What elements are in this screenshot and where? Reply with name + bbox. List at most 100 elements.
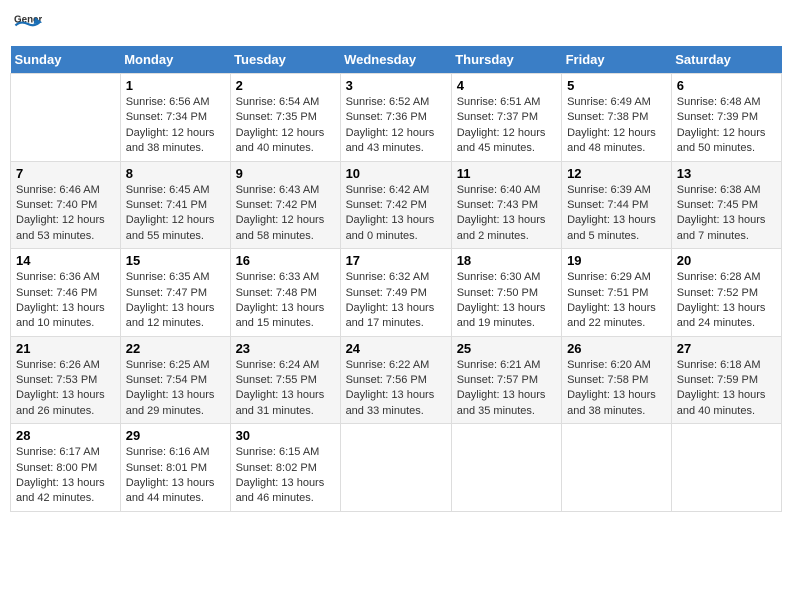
day-info: Daylight: 13 hours and 24 minutes.: [677, 301, 776, 332]
day-info: Daylight: 13 hours and 17 minutes.: [346, 301, 446, 332]
day-info: Sunrise: 6:26 AM: [16, 358, 115, 373]
calendar-cell: 17Sunrise: 6:32 AMSunset: 7:49 PMDayligh…: [340, 249, 451, 337]
day-number: 24: [346, 341, 446, 356]
day-number: 15: [126, 253, 225, 268]
calendar-cell: 29 Sunrise: 6:16 AMSunset: 8:01 PMDayligh…: [120, 424, 230, 512]
day-info: Sunset: 7:54 PM: [126, 373, 225, 388]
day-number: 12: [567, 166, 666, 181]
day-info: Sunset: 7:51 PM: [567, 286, 666, 301]
day-number: 10: [346, 166, 446, 181]
day-info: Daylight: 12 hours and 55 minutes.: [126, 213, 225, 244]
day-info: Sunset: 7:50 PM: [457, 286, 556, 301]
day-number: 3: [346, 78, 446, 93]
day-number: 30: [236, 428, 335, 443]
calendar-cell: [451, 424, 561, 512]
day-info: Sunrise: 6:46 AM: [16, 183, 115, 198]
calendar-cell: 3Sunrise: 6:52 AMSunset: 7:36 PMDaylight…: [340, 74, 451, 162]
day-info: Sunset: 8:00 PM: [16, 461, 115, 476]
calendar-cell: 5Sunrise: 6:49 AMSunset: 7:38 PMDaylight…: [562, 74, 672, 162]
day-info: Daylight: 13 hours and 35 minutes.: [457, 388, 556, 419]
day-info: Sunset: 7:53 PM: [16, 373, 115, 388]
day-number: 25: [457, 341, 556, 356]
day-info: Sunrise: 6:16 AM: [126, 445, 225, 460]
day-info: Sunset: 7:41 PM: [126, 198, 225, 213]
day-info: Sunset: 7:56 PM: [346, 373, 446, 388]
day-number: 11: [457, 166, 556, 181]
day-info: Sunset: 8:02 PM: [236, 461, 335, 476]
day-info: Sunset: 7:42 PM: [346, 198, 446, 213]
day-info: Sunrise: 6:38 AM: [677, 183, 776, 198]
day-info: Daylight: 12 hours and 38 minutes.: [126, 126, 225, 157]
day-info: Sunrise: 6:25 AM: [126, 358, 225, 373]
day-info: Sunset: 7:39 PM: [677, 110, 776, 125]
calendar-cell: 22 Sunrise: 6:25 AMSunset: 7:54 PMDayligh…: [120, 336, 230, 424]
day-info: Sunrise: 6:36 AM: [16, 270, 115, 285]
day-info: Sunset: 8:01 PM: [126, 461, 225, 476]
calendar-cell: 9Sunrise: 6:43 AMSunset: 7:42 PMDaylight…: [230, 161, 340, 249]
calendar-cell: 13Sunrise: 6:38 AMSunset: 7:45 PMDayligh…: [671, 161, 781, 249]
day-number: 14: [16, 253, 115, 268]
calendar-table: SundayMondayTuesdayWednesdayThursdayFrid…: [10, 46, 782, 512]
calendar-body: 1Sunrise: 6:56 AMSunset: 7:34 PMDaylight…: [11, 74, 782, 512]
day-info: Sunset: 7:48 PM: [236, 286, 335, 301]
day-info: Sunrise: 6:48 AM: [677, 95, 776, 110]
day-header: Wednesday: [340, 46, 451, 74]
calendar-cell: 8Sunrise: 6:45 AMSunset: 7:41 PMDaylight…: [120, 161, 230, 249]
day-info: Sunrise: 6:20 AM: [567, 358, 666, 373]
day-number: 1: [126, 78, 225, 93]
day-number: 7: [16, 166, 115, 181]
day-info: Daylight: 13 hours and 29 minutes.: [126, 388, 225, 419]
day-header: Monday: [120, 46, 230, 74]
day-info: Sunset: 7:38 PM: [567, 110, 666, 125]
calendar-week-row: 28Sunrise: 6:17 AMSunset: 8:00 PMDayligh…: [11, 424, 782, 512]
logo-icon: General: [14, 10, 42, 38]
day-info: Sunrise: 6:49 AM: [567, 95, 666, 110]
day-info: Daylight: 13 hours and 31 minutes.: [236, 388, 335, 419]
day-info: Daylight: 13 hours and 22 minutes.: [567, 301, 666, 332]
day-info: Daylight: 13 hours and 46 minutes.: [236, 476, 335, 507]
day-info: Daylight: 12 hours and 48 minutes.: [567, 126, 666, 157]
day-info: Sunrise: 6:40 AM: [457, 183, 556, 198]
calendar-cell: 11Sunrise: 6:40 AMSunset: 7:43 PMDayligh…: [451, 161, 561, 249]
day-info: Sunrise: 6:54 AM: [236, 95, 335, 110]
calendar-cell: 30Sunrise: 6:15 AMSunset: 8:02 PMDayligh…: [230, 424, 340, 512]
calendar-cell: 20Sunrise: 6:28 AMSunset: 7:52 PMDayligh…: [671, 249, 781, 337]
calendar-cell: 28Sunrise: 6:17 AMSunset: 8:00 PMDayligh…: [11, 424, 121, 512]
day-info: Sunset: 7:40 PM: [16, 198, 115, 213]
day-number: 22: [126, 341, 225, 356]
day-info: Sunset: 7:44 PM: [567, 198, 666, 213]
day-info: Sunrise: 6:30 AM: [457, 270, 556, 285]
day-number: 27: [677, 341, 776, 356]
day-header: Sunday: [11, 46, 121, 74]
calendar-cell: 21Sunrise: 6:26 AMSunset: 7:53 PMDayligh…: [11, 336, 121, 424]
day-info: Sunrise: 6:52 AM: [346, 95, 446, 110]
day-number: 28: [16, 428, 115, 443]
day-info: Daylight: 13 hours and 26 minutes.: [16, 388, 115, 419]
day-info: Sunset: 7:34 PM: [126, 110, 225, 125]
day-info: Sunrise: 6:22 AM: [346, 358, 446, 373]
day-info: Sunrise: 6:29 AM: [567, 270, 666, 285]
day-number: 9: [236, 166, 335, 181]
day-info: Daylight: 13 hours and 10 minutes.: [16, 301, 115, 332]
day-number: 19: [567, 253, 666, 268]
day-info: Sunset: 7:47 PM: [126, 286, 225, 301]
day-info: Daylight: 13 hours and 38 minutes.: [567, 388, 666, 419]
calendar-cell: 1Sunrise: 6:56 AMSunset: 7:34 PMDaylight…: [120, 74, 230, 162]
day-info: Sunrise: 6:51 AM: [457, 95, 556, 110]
day-info: Daylight: 13 hours and 44 minutes.: [126, 476, 225, 507]
day-header: Saturday: [671, 46, 781, 74]
day-info: Sunrise: 6:42 AM: [346, 183, 446, 198]
day-info: Sunrise: 6:39 AM: [567, 183, 666, 198]
day-info: Sunrise: 6:28 AM: [677, 270, 776, 285]
day-number: 29: [126, 428, 225, 443]
day-info: Sunrise: 6:18 AM: [677, 358, 776, 373]
day-info: Daylight: 12 hours and 58 minutes.: [236, 213, 335, 244]
day-number: 20: [677, 253, 776, 268]
day-info: Sunset: 7:59 PM: [677, 373, 776, 388]
calendar-week-row: 21Sunrise: 6:26 AMSunset: 7:53 PMDayligh…: [11, 336, 782, 424]
day-header: Friday: [562, 46, 672, 74]
calendar-cell: [562, 424, 672, 512]
day-info: Sunset: 7:57 PM: [457, 373, 556, 388]
day-number: 26: [567, 341, 666, 356]
day-info: Daylight: 13 hours and 33 minutes.: [346, 388, 446, 419]
